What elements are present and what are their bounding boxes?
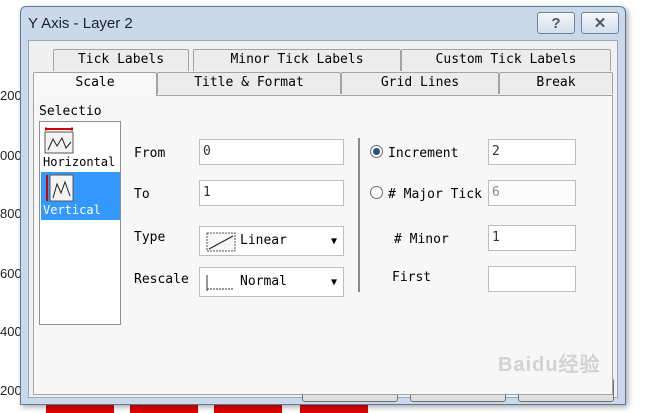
help-button[interactable]: ? (537, 12, 575, 34)
axis-selection-list[interactable]: Horizontal Vertical (39, 121, 121, 325)
first-input[interactable] (488, 266, 576, 292)
column-divider (358, 138, 360, 292)
rescale-value: Normal (240, 274, 287, 289)
increment-radio[interactable] (370, 145, 383, 158)
tab-break[interactable]: Break (499, 72, 613, 94)
rescale-select[interactable]: Normal ▼ (199, 267, 344, 297)
increment-label: Increment (388, 146, 459, 161)
tab-minor-tick-labels[interactable]: Minor Tick Labels (193, 49, 401, 71)
minor-input[interactable]: 1 (488, 225, 576, 251)
tab-title-format[interactable]: Title & Format (157, 72, 341, 94)
vertical-axis-icon (46, 174, 74, 202)
type-value: Linear (240, 233, 287, 248)
minor-label: # Minor (394, 232, 449, 247)
list-item-vertical[interactable]: Vertical (41, 172, 120, 220)
y-tick-label: 600 (0, 266, 22, 281)
title-bar[interactable]: Y Axis - Layer 2 ? ✕ (21, 7, 625, 37)
horizontal-axis-icon (44, 127, 74, 154)
increment-input[interactable]: 2 (488, 139, 576, 165)
tab-scale[interactable]: Scale (33, 72, 157, 96)
major-tick-radio[interactable] (370, 186, 383, 199)
close-icon: ✕ (593, 15, 607, 32)
major-tick-label: # Major Tick (388, 187, 482, 202)
y-tick-label: 200 (0, 383, 22, 398)
to-input[interactable]: 1 (199, 180, 344, 206)
y-tick-label: 800 (0, 206, 22, 221)
list-item-horizontal[interactable]: Horizontal (41, 124, 120, 172)
chevron-down-icon: ▼ (330, 277, 337, 288)
major-tick-input[interactable]: 6 (488, 180, 576, 206)
chevron-down-icon: ▼ (330, 236, 337, 247)
linear-scale-icon (206, 232, 236, 252)
from-label: From (134, 146, 166, 161)
y-tick-label: 200 (0, 88, 22, 103)
y-axis-dialog: Y Axis - Layer 2 ? ✕ Tick Labels Minor T… (20, 6, 626, 405)
y-tick-label: 400 (0, 324, 22, 339)
plot-bar (214, 405, 282, 413)
list-item-label: Vertical (43, 203, 101, 217)
dialog-body: Tick Labels Minor Tick Labels Custom Tic… (28, 40, 618, 402)
close-button[interactable]: ✕ (581, 12, 619, 34)
plot-bar (46, 405, 114, 413)
first-label: First (392, 270, 432, 285)
normal-rescale-icon (206, 275, 234, 291)
watermark: Baidu经验 (498, 354, 601, 376)
to-label: To (134, 187, 150, 202)
type-label: Type (134, 230, 166, 245)
from-input[interactable]: 0 (199, 139, 344, 165)
y-tick-label: 000 (0, 148, 22, 163)
tab-tick-labels[interactable]: Tick Labels (53, 49, 189, 71)
plot-bar (300, 405, 368, 413)
rescale-label: Rescale (134, 272, 189, 287)
tab-custom-tick-labels[interactable]: Custom Tick Labels (401, 49, 611, 71)
tab-grid-lines[interactable]: Grid Lines (341, 72, 499, 94)
list-item-label: Horizontal (43, 155, 116, 169)
dialog-title: Y Axis - Layer 2 (28, 15, 133, 32)
type-select[interactable]: Linear ▼ (199, 226, 344, 256)
selection-label: Selectio (39, 104, 102, 119)
plot-bar (130, 405, 198, 413)
help-icon: ? (551, 14, 561, 32)
